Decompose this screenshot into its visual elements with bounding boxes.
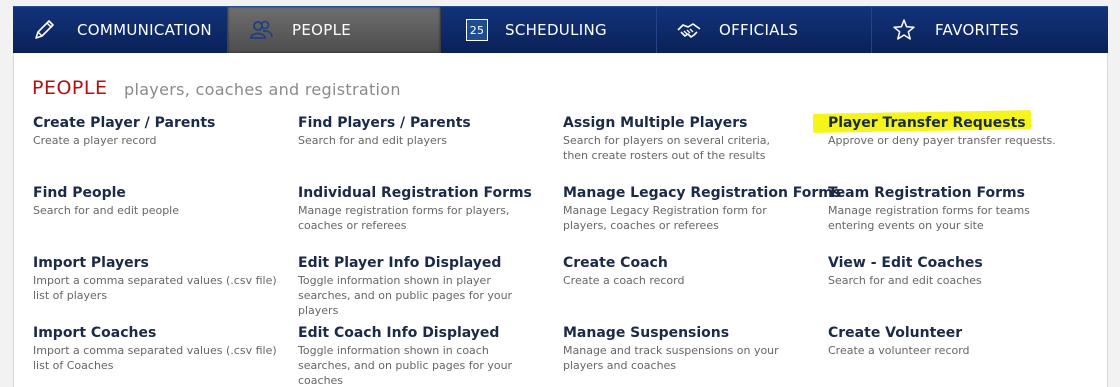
calendar-icon: 25 — [466, 19, 488, 41]
link-create-coach[interactable]: Create Coach — [563, 255, 668, 271]
nav-officials[interactable]: OFFICIALS — [657, 7, 872, 53]
nav-label: SCHEDULING — [505, 21, 607, 39]
link-individual-registration-forms[interactable]: Individual Registration Forms — [298, 185, 532, 201]
star-icon — [892, 18, 916, 42]
nav-label: FAVORITES — [935, 21, 1020, 39]
nav-label: COMMUNICATION — [77, 21, 212, 39]
desc-edit-coach-info-displayed: Toggle information shown in coach search… — [298, 344, 513, 387]
link-import-players[interactable]: Import Players — [33, 255, 149, 271]
desc-individual-registration-forms: Manage registration forms for players, c… — [298, 204, 510, 232]
desc-team-registration-forms: Manage registration forms for teams ente… — [828, 204, 1030, 232]
desc-find-people: Search for and edit people — [33, 204, 180, 217]
page-subtitle: players, coaches and registration — [124, 80, 401, 99]
desc-create-player: Create a player record — [33, 134, 157, 147]
handshake-icon — [675, 17, 703, 43]
desc-manage-legacy-registration-forms: Manage Legacy Registration form for play… — [563, 204, 767, 232]
nav-label: OFFICIALS — [719, 21, 799, 39]
nav-label: PEOPLE — [292, 21, 352, 39]
link-assign-multiple-players[interactable]: Assign Multiple Players — [563, 115, 747, 131]
link-create-volunteer[interactable]: Create Volunteer — [828, 325, 962, 341]
link-player-transfer-requests[interactable]: Player Transfer Requests — [828, 115, 1026, 131]
people-icon — [248, 17, 274, 43]
link-view-edit-coaches[interactable]: View - Edit Coaches — [828, 255, 983, 271]
link-edit-coach-info-displayed[interactable]: Edit Coach Info Displayed — [298, 325, 499, 341]
nav-people[interactable]: PEOPLE — [228, 7, 441, 53]
desc-create-coach: Create a coach record — [563, 274, 685, 287]
desc-find-players: Search for and edit players — [298, 134, 448, 147]
link-find-players[interactable]: Find Players / Parents — [298, 115, 471, 131]
desc-assign-multiple-players: Search for players on several criteria, … — [563, 134, 771, 162]
page-title: PEOPLE — [32, 77, 108, 99]
pencil-icon — [31, 17, 57, 43]
link-edit-player-info-displayed[interactable]: Edit Player Info Displayed — [298, 255, 501, 271]
nav-communication[interactable]: COMMUNICATION — [13, 7, 228, 53]
link-manage-legacy-registration-forms[interactable]: Manage Legacy Registration Forms — [563, 185, 841, 201]
link-create-player[interactable]: Create Player / Parents — [33, 115, 215, 131]
desc-import-coaches: Import a comma separated values (.csv fi… — [33, 344, 277, 372]
desc-view-edit-coaches: Search for and edit coaches — [828, 274, 982, 287]
desc-manage-suspensions: Manage and track suspensions on your pla… — [563, 344, 779, 372]
desc-player-transfer-requests: Approve or deny payer transfer requests. — [828, 134, 1056, 147]
main-nav: COMMUNICATION PEOPLE 25 SCHEDULING OFFIC… — [13, 6, 1108, 53]
link-import-coaches[interactable]: Import Coaches — [33, 325, 156, 341]
desc-create-volunteer: Create a volunteer record — [828, 344, 970, 357]
link-team-registration-forms[interactable]: Team Registration Forms — [828, 185, 1025, 201]
link-find-people[interactable]: Find People — [33, 185, 126, 201]
desc-edit-player-info-displayed: Toggle information shown in player searc… — [298, 274, 513, 317]
nav-favorites[interactable]: FAVORITES — [872, 7, 1108, 53]
calendar-badge: 25 — [469, 23, 485, 37]
desc-import-players: Import a comma separated values (.csv fi… — [33, 274, 277, 302]
nav-scheduling[interactable]: 25 SCHEDULING — [441, 7, 657, 53]
link-manage-suspensions[interactable]: Manage Suspensions — [563, 325, 729, 341]
